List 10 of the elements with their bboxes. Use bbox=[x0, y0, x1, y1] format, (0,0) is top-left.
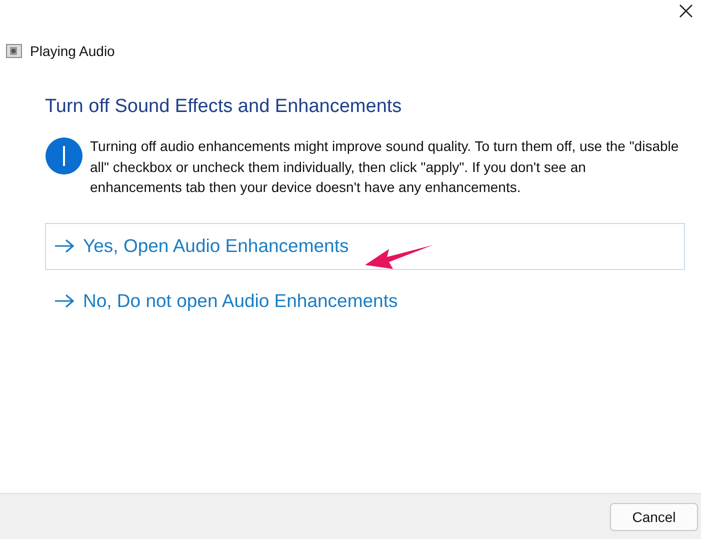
close-icon bbox=[679, 4, 693, 18]
arrow-icon bbox=[54, 239, 74, 253]
cancel-button[interactable]: Cancel bbox=[610, 502, 698, 530]
speaker-icon bbox=[6, 43, 22, 59]
command-link[interactable]: Yes, Open Audio Enhancements bbox=[45, 222, 685, 270]
window-title: Playing Audio bbox=[30, 43, 115, 59]
dialog-heading: Turn off Sound Effects and Enhancements bbox=[45, 96, 403, 118]
arrow-icon bbox=[54, 294, 74, 308]
info-message: Turning off audio enhancements might improve sound quality. To turn them off, use the "disable all" checkbox or uncheck them individually, then click "apply". If you don't see an enhancements tab then your device doesn't have any enhancements. bbox=[90, 137, 680, 197]
info-icon bbox=[45, 137, 83, 175]
